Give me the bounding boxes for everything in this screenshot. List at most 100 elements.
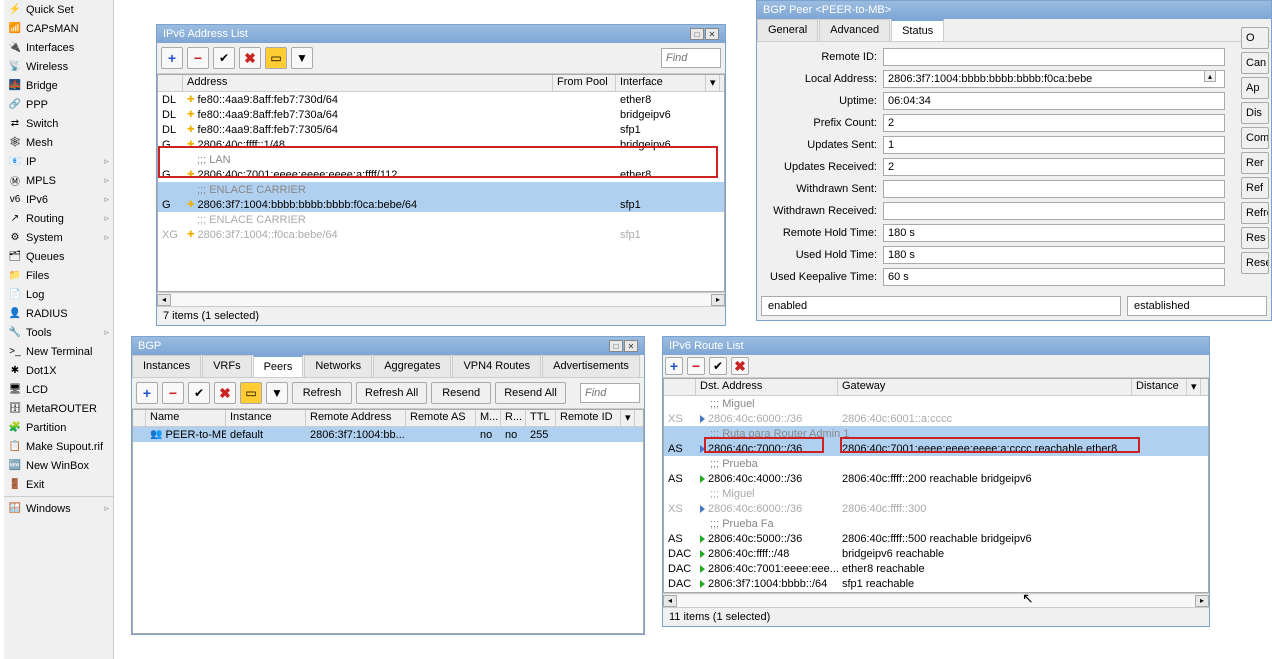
tab-networks[interactable]: Networks	[304, 355, 372, 377]
tab-vpn4-routes[interactable]: VPN4 Routes	[452, 355, 541, 377]
col-flags[interactable]	[133, 410, 146, 426]
col-remote-address[interactable]: Remote Address	[306, 410, 406, 426]
scroll-up-button[interactable]: ▴	[1204, 70, 1216, 82]
filter-button[interactable]: ▼	[291, 47, 313, 69]
col-pool[interactable]: From Pool	[553, 75, 616, 91]
comment-row[interactable]: ;;; LAN	[158, 152, 724, 167]
address-grid[interactable]: Address From Pool Interface ▾ DL✚ fe80::…	[157, 74, 725, 292]
tab-status[interactable]: Status	[891, 19, 944, 41]
col-name[interactable]: Name	[146, 410, 226, 426]
remove-button[interactable]: −	[687, 357, 705, 375]
sidebar-item-radius[interactable]: 👤RADIUS	[4, 304, 113, 323]
sidebar-item-switch[interactable]: ⇄Switch	[4, 114, 113, 133]
side-button-rer[interactable]: Rer	[1241, 152, 1269, 174]
tab-peers[interactable]: Peers	[253, 355, 304, 377]
col-dropdown[interactable]: ▾	[1187, 379, 1201, 395]
route-row[interactable]: DAC 2806:3f7:1004:bbbb::/64sfp1 reachabl…	[664, 576, 1208, 591]
side-button-rese[interactable]: Rese	[1241, 252, 1269, 274]
sidebar-item-dot1x[interactable]: ✱Dot1X	[4, 361, 113, 380]
col-dropdown[interactable]: ▾	[621, 410, 635, 426]
route-row[interactable]: AS 2806:40c:5000::/362806:40c:ffff::500 …	[664, 531, 1208, 546]
titlebar[interactable]: BGP □ ✕	[132, 337, 644, 355]
tab-general[interactable]: General	[757, 19, 818, 41]
side-button-ref[interactable]: Ref	[1241, 177, 1269, 199]
col-interface[interactable]: Interface	[616, 75, 706, 91]
col-dropdown[interactable]: ▾	[706, 75, 720, 91]
col-flags[interactable]	[664, 379, 696, 395]
enable-button[interactable]: ✔	[709, 357, 727, 375]
sidebar-item-bridge[interactable]: 🌉Bridge	[4, 76, 113, 95]
col-dst[interactable]: Dst. Address	[696, 379, 838, 395]
col-m[interactable]: M...	[476, 410, 501, 426]
address-row[interactable]: XG✚ 2806:3f7:1004::f0ca:bebe/64sfp1	[158, 227, 724, 242]
scroll-right[interactable]: ▸	[711, 294, 725, 306]
sidebar-item-mpls[interactable]: ⓂMPLS▹	[4, 171, 113, 190]
find-input[interactable]	[661, 48, 721, 68]
resend-all-button[interactable]: Resend All	[495, 382, 566, 404]
close-button[interactable]: ✕	[705, 28, 719, 40]
sidebar-item-make-supout.rif[interactable]: 📋Make Supout.rif	[4, 437, 113, 456]
add-button[interactable]: +	[665, 357, 683, 375]
scroll-left[interactable]: ◂	[157, 294, 171, 306]
address-row[interactable]: G✚ 2806:3f7:1004:bbbb:bbbb:bbbb:f0ca:beb…	[158, 197, 724, 212]
address-row[interactable]: DL✚ fe80::4aa9:8aff:feb7:730d/64ether8	[158, 92, 724, 107]
side-button-ap[interactable]: Ap	[1241, 77, 1269, 99]
col-distance[interactable]: Distance	[1132, 379, 1187, 395]
sidebar-item-ppp[interactable]: 🔗PPP	[4, 95, 113, 114]
sidebar-item-wireless[interactable]: 📡Wireless	[4, 57, 113, 76]
resend-button[interactable]: Resend	[431, 382, 491, 404]
address-row[interactable]: G✚ 2806:40c:7001:eeee:eeee:eeee:a:ffff/1…	[158, 167, 724, 182]
sidebar-item-ip[interactable]: 📧IP▹	[4, 152, 113, 171]
route-row[interactable]: DAC 2806:40c:7001:eeee:eee...ether8 reac…	[664, 561, 1208, 576]
minimize-button[interactable]: □	[609, 340, 623, 352]
sidebar-item-system[interactable]: ⚙System▹	[4, 228, 113, 247]
route-row[interactable]: XS 2806:40c:6000::/362806:40c:6001::a:cc…	[664, 411, 1208, 426]
sidebar-item-metarouter[interactable]: 🗄MetaROUTER	[4, 399, 113, 418]
sidebar-item-interfaces[interactable]: 🔌Interfaces	[4, 38, 113, 57]
sidebar-item-lcd[interactable]: 🖥LCD	[4, 380, 113, 399]
refresh-all-button[interactable]: Refresh All	[356, 382, 427, 404]
address-row[interactable]: DL✚ fe80::4aa9:8aff:feb7:730a/64bridgeip…	[158, 107, 724, 122]
side-button-refre[interactable]: Refre	[1241, 202, 1269, 224]
route-row[interactable]: AS 2806:40c:7000::/362806:40c:7001:eeee:…	[664, 441, 1208, 456]
tab-aggregates[interactable]: Aggregates	[373, 355, 451, 377]
sidebar-item-quick-set[interactable]: ⚡Quick Set	[4, 0, 113, 19]
comment-row[interactable]: ;;; Prueba Fa	[664, 516, 1208, 531]
col-address[interactable]: Address	[183, 75, 553, 91]
sidebar-item-tools[interactable]: 🔧Tools▹	[4, 323, 113, 342]
filter-button[interactable]: ▼	[266, 382, 288, 404]
route-grid[interactable]: Dst. Address Gateway Distance ▾ ;;; Migu…	[663, 378, 1209, 593]
tab-advanced[interactable]: Advanced	[819, 19, 890, 41]
disable-button[interactable]: ✖	[214, 382, 236, 404]
titlebar[interactable]: BGP Peer <PEER-to-MB>	[757, 1, 1271, 19]
address-row[interactable]: DL✚ fe80::4aa9:8aff:feb7:7305/64sfp1	[158, 122, 724, 137]
comment-row[interactable]: ;;; ENLACE CARRIER	[158, 182, 724, 197]
minimize-button[interactable]: □	[690, 28, 704, 40]
tab-instances[interactable]: Instances	[132, 355, 201, 377]
side-button-can[interactable]: Can	[1241, 52, 1269, 74]
enable-button[interactable]: ✔	[213, 47, 235, 69]
sidebar-item-new-winbox[interactable]: 🆕New WinBox	[4, 456, 113, 475]
comment-button[interactable]: ▭	[240, 382, 262, 404]
remove-button[interactable]: −	[162, 382, 184, 404]
sidebar-item-windows[interactable]: 🪟Windows▹	[4, 499, 113, 518]
comment-row[interactable]: ;;; Miguel	[664, 396, 1208, 411]
comment-button[interactable]: ▭	[265, 47, 287, 69]
col-remote-id[interactable]: Remote ID	[556, 410, 621, 426]
disable-button[interactable]: ✖	[239, 47, 261, 69]
col-gateway[interactable]: Gateway	[838, 379, 1132, 395]
route-row[interactable]: XS 2806:40c:6000::/362806:40c:ffff::300	[664, 501, 1208, 516]
address-row[interactable]: G✚ 2806:40c:ffff::1/48bridgeipv6	[158, 137, 724, 152]
peer-row[interactable]: 👥PEER-to-MB default 2806:3f7:1004:bb... …	[133, 427, 643, 442]
side-button-com[interactable]: Com	[1241, 127, 1269, 149]
sidebar-item-capsman[interactable]: 📶CAPsMAN	[4, 19, 113, 38]
col-flags[interactable]	[158, 75, 183, 91]
col-r[interactable]: R...	[501, 410, 526, 426]
add-button[interactable]: +	[161, 47, 183, 69]
route-row[interactable]: DAC 2806:40c:ffff::/48bridgeipv6 reachab…	[664, 546, 1208, 561]
sidebar-item-ipv6[interactable]: v6IPv6▹	[4, 190, 113, 209]
scroll-right[interactable]: ▸	[1195, 595, 1209, 607]
titlebar[interactable]: IPv6 Address List □ ✕	[157, 25, 725, 43]
titlebar[interactable]: IPv6 Route List	[663, 337, 1209, 355]
sidebar-item-partition[interactable]: 🧩Partition	[4, 418, 113, 437]
